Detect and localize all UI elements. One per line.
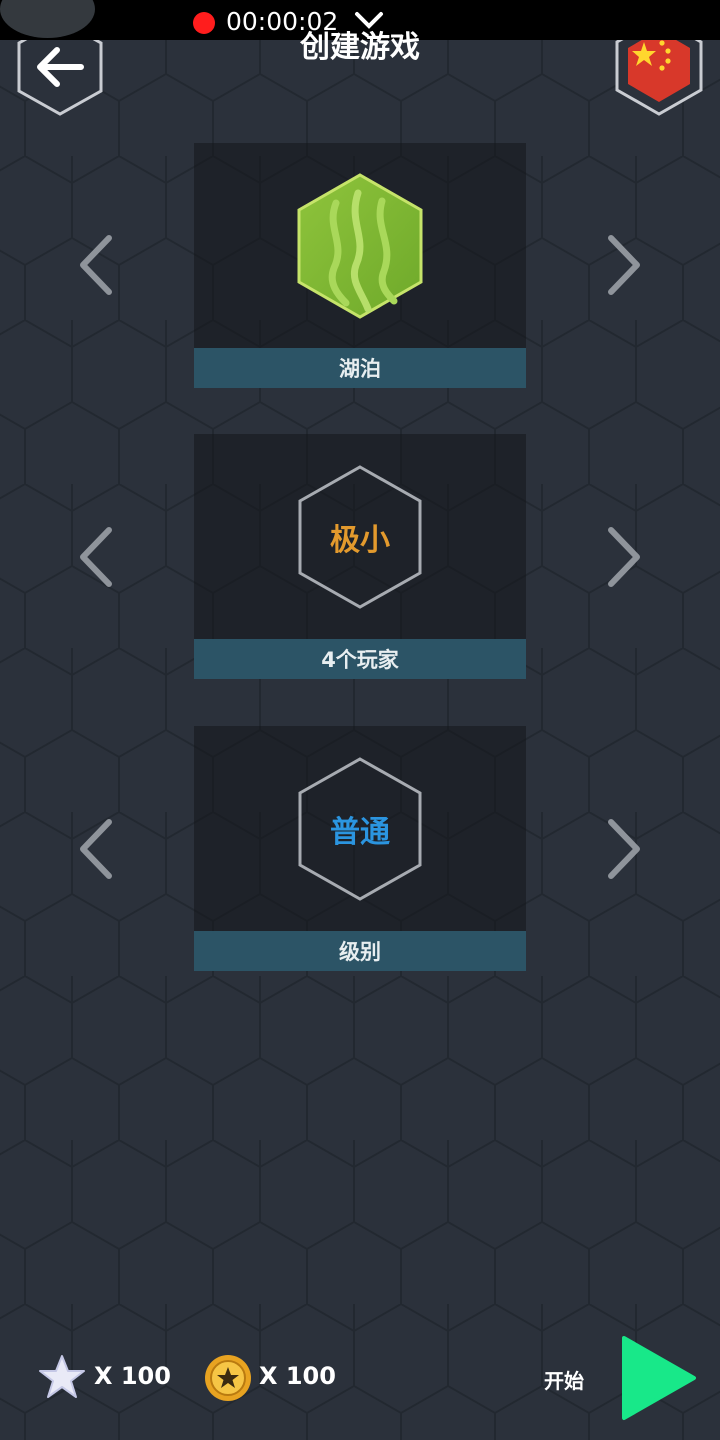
level-prev-button[interactable] — [76, 818, 116, 880]
coin-icon — [205, 1355, 251, 1401]
lake-map-icon — [297, 173, 423, 319]
play-button[interactable] — [620, 1334, 698, 1422]
size-prev-button[interactable] — [76, 526, 116, 588]
level-value: 普通 — [330, 815, 390, 850]
page-title: 创建游戏 — [300, 30, 420, 65]
size-value: 极小 — [330, 523, 390, 558]
map-selector-card[interactable]: 湖泊 — [194, 143, 526, 388]
map-label: 湖泊 — [194, 348, 526, 388]
level-selector-card[interactable]: 普通 级别 — [194, 726, 526, 971]
stars-count: X 100 — [94, 1362, 171, 1390]
map-prev-button[interactable] — [76, 234, 116, 296]
star-icon — [39, 1355, 85, 1398]
size-label: 4个玩家 — [194, 639, 526, 679]
start-label: 开始 — [544, 1369, 584, 1393]
coins-count: X 100 — [259, 1362, 336, 1390]
map-next-button[interactable] — [604, 234, 644, 296]
size-next-button[interactable] — [604, 526, 644, 588]
level-next-button[interactable] — [604, 818, 644, 880]
size-selector-card[interactable]: 极小 4个玩家 — [194, 434, 526, 679]
play-icon — [622, 1336, 696, 1420]
level-label: 级别 — [194, 931, 526, 971]
